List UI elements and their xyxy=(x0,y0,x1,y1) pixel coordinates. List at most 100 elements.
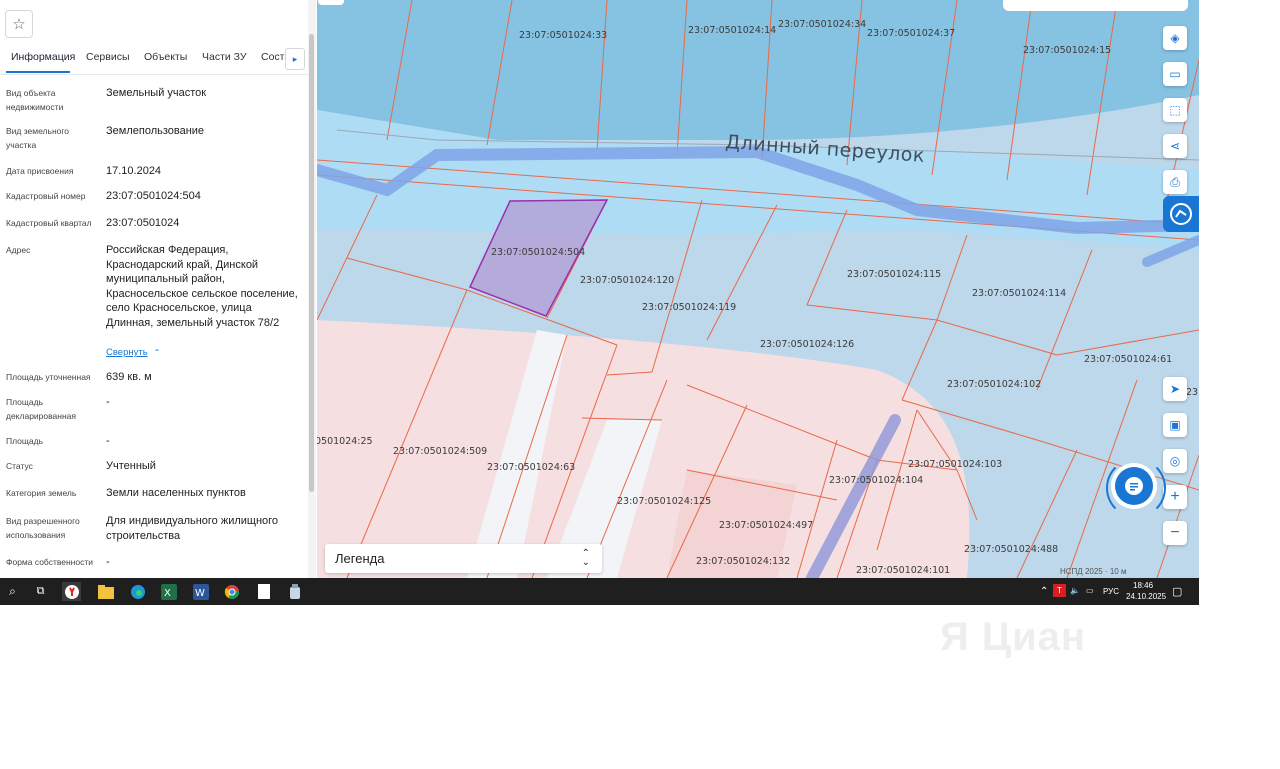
field-value: Учтенный xyxy=(106,460,156,472)
parcel-label[interactable]: 23:07:0501024:126 xyxy=(760,339,854,350)
field-label: Кадастровый номер xyxy=(6,191,86,201)
parcel-label[interactable]: 23:07:0501024:61 xyxy=(1084,354,1172,365)
tray-chevron-up-icon[interactable]: ⌃ xyxy=(1040,586,1048,597)
field-label: Вид объекта недвижимости xyxy=(6,88,64,112)
map-top-right-search[interactable] xyxy=(1003,0,1188,11)
excel-icon[interactable]: X xyxy=(159,582,178,601)
chevron-up-icon: ⌃ xyxy=(153,348,161,357)
yandex-browser-icon[interactable] xyxy=(62,582,81,601)
zoom-in-icon[interactable]: + xyxy=(1163,485,1187,509)
taskbar: ⌕ ⧉ X W ⌃ T 🔈 ▭ РУС 18:46 24.10.2025 ▢ xyxy=(0,578,1199,605)
field-value: Землепользование xyxy=(106,125,205,137)
parcel-label[interactable]: 23:07:0501024:115 xyxy=(847,269,941,280)
active-tab-indicator xyxy=(6,71,70,73)
parcel-label[interactable]: 23:07:0501024:504 xyxy=(491,247,585,258)
select-area-icon[interactable]: ⬚ xyxy=(1163,98,1187,122)
notifications-icon[interactable]: ▢ xyxy=(1172,585,1182,598)
clock-time[interactable]: 18:46 xyxy=(1133,581,1153,590)
field-value: Земельный участок xyxy=(106,87,207,99)
layers-icon[interactable]: ◈ xyxy=(1163,26,1187,50)
parcel-label[interactable]: 23:07:0501024:125 xyxy=(617,496,711,507)
field-label: Дата присвоения xyxy=(6,166,74,176)
field-value: 639 кв. м xyxy=(106,371,152,383)
attribution-text: НСПД 2025 xyxy=(1060,567,1103,576)
field-value: Российская Федерация, Краснодарский край… xyxy=(106,244,298,329)
field-label: Адрес xyxy=(6,245,31,255)
legend-dropdown[interactable]: Легенда ⌃ ⌄ xyxy=(325,544,602,573)
task-view-icon[interactable]: ⧉ xyxy=(31,582,50,601)
tabs-next-arrow-icon[interactable]: ▸ xyxy=(285,48,305,70)
antivirus-icon[interactable]: T xyxy=(1053,584,1066,597)
parcel-label[interactable]: 23:07:0501024:15 xyxy=(1023,45,1111,56)
field-value[interactable]: 23:07:0501024:504 xyxy=(106,189,298,204)
minimap-icon[interactable]: ▣ xyxy=(1163,413,1187,437)
panel-scrollbar-thumb[interactable] xyxy=(309,34,314,492)
favorite-star-icon[interactable]: ☆ xyxy=(5,10,33,38)
parcel-label[interactable]: 0501024:25 xyxy=(317,436,373,447)
legend-label: Легенда xyxy=(335,551,385,566)
field-value[interactable]: 23:07:0501024 xyxy=(106,216,298,231)
parcel-label[interactable]: 23:07:0501024:132 xyxy=(696,556,790,567)
search-icon[interactable]: ⌕ xyxy=(3,582,22,601)
ruler-icon[interactable]: ▭ xyxy=(1163,62,1187,86)
field-label: Вид разрешенного использования xyxy=(6,516,80,540)
screen: ☆ Информация Сервисы Объекты Части ЗУ Со… xyxy=(0,0,1199,605)
assistant-icon[interactable] xyxy=(1163,196,1199,232)
parcel-label[interactable]: 23:07:0501024:37 xyxy=(867,28,955,39)
field-value: - xyxy=(106,396,110,408)
map-top-left-button[interactable] xyxy=(318,0,344,5)
parcel-label[interactable]: 23:07:0501024:119 xyxy=(642,302,736,313)
tab-services[interactable]: Сервисы xyxy=(86,51,130,63)
parcel-label[interactable]: 23:07:0501024:33 xyxy=(519,30,607,41)
zoom-out-icon[interactable]: − xyxy=(1163,521,1187,545)
parcel-label[interactable]: 23:07:0501024:509 xyxy=(393,446,487,457)
field-value: 17.10.2024 xyxy=(106,165,162,177)
chrome-icon[interactable] xyxy=(222,582,241,601)
parcel-label[interactable]: 23:07:0501024:114 xyxy=(972,288,1066,299)
chat-icon[interactable] xyxy=(1115,467,1153,505)
parcel-label[interactable]: 23:07:0501024:14 xyxy=(688,25,776,36)
edge-icon[interactable] xyxy=(128,582,147,601)
document-icon[interactable] xyxy=(254,582,273,601)
field-label: Площадь уточненная xyxy=(6,372,91,382)
parcel-label[interactable]: 23:07:0501024:102 xyxy=(947,379,1041,390)
tab-parts[interactable]: Части ЗУ xyxy=(202,51,247,63)
parcel-label[interactable]: 23:07:0501024:101 xyxy=(856,565,950,576)
file-explorer-icon[interactable] xyxy=(96,582,115,601)
scale-text: 10 м xyxy=(1109,567,1127,576)
network-icon[interactable]: ▭ xyxy=(1086,586,1094,595)
location-pin-icon[interactable]: ◎ xyxy=(1163,449,1187,473)
field-label: Кадастровый квартал xyxy=(6,218,92,228)
field-label: Вид земельного участка xyxy=(6,126,70,150)
parcel-label[interactable]: 23:07:0501024:488 xyxy=(964,544,1058,555)
cadastral-map[interactable]: Длинный переулок 23:07:0501024:33 23:07:… xyxy=(317,0,1199,578)
collapse-link[interactable]: Свернуть ⌃ xyxy=(106,347,160,358)
geolocation-icon[interactable]: ➤ xyxy=(1163,377,1187,401)
svg-text:W: W xyxy=(195,588,205,599)
app-icon[interactable] xyxy=(285,582,304,601)
parcel-label[interactable]: 23 xyxy=(1186,387,1198,398)
field-value: - xyxy=(106,556,110,568)
map-attribution: НСПД 2025 · 10 м xyxy=(1060,567,1127,576)
field-label: Площадь xyxy=(6,436,44,446)
svg-text:X: X xyxy=(164,588,171,599)
share-icon[interactable]: ⋖ xyxy=(1163,134,1187,158)
parcel-label[interactable]: 23:07:0501024:104 xyxy=(829,475,923,486)
language-indicator[interactable]: РУС xyxy=(1103,587,1119,596)
clock-date[interactable]: 24.10.2025 xyxy=(1126,592,1166,601)
volume-muted-icon[interactable]: 🔈 xyxy=(1070,586,1080,595)
parcel-label[interactable]: 23:07:0501024:63 xyxy=(487,462,575,473)
parcel-label[interactable]: 23:07:0501024:34 xyxy=(778,19,866,30)
tab-information[interactable]: Информация xyxy=(11,51,75,63)
word-icon[interactable]: W xyxy=(191,582,210,601)
parcel-label[interactable]: 23:07:0501024:120 xyxy=(580,275,674,286)
parcel-label[interactable]: 23:07:0501024:103 xyxy=(908,459,1002,470)
field-label: Статус xyxy=(6,461,33,471)
field-value: Для индивидуального жилищного строительс… xyxy=(106,515,279,542)
print-icon[interactable]: ⎙ xyxy=(1163,170,1187,194)
map-canvas[interactable]: Длинный переулок 23:07:0501024:33 23:07:… xyxy=(317,0,1199,578)
tab-objects[interactable]: Объекты xyxy=(144,51,187,63)
field-value: Земли населенных пунктов xyxy=(106,487,246,499)
field-value: - xyxy=(106,435,110,447)
parcel-label[interactable]: 23:07:0501024:497 xyxy=(719,520,813,531)
